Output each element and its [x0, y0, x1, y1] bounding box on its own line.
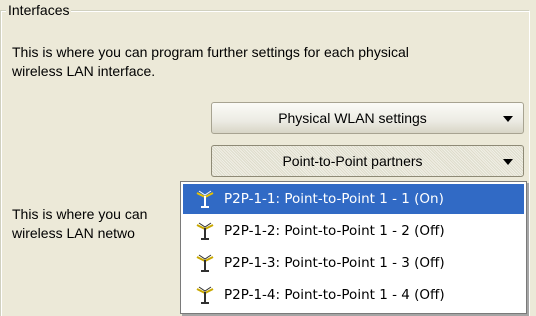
section2-line1: This is where you can [12, 206, 148, 222]
menu-item-p2p-1-4[interactable]: P2P-1-4: Point-to-Point 1 - 4 (Off) [183, 280, 524, 310]
physical-wlan-settings-button[interactable]: Physical WLAN settings [211, 102, 524, 134]
p2p-partners-button[interactable]: Point-to-Point partners [211, 145, 524, 177]
wlan-antenna-icon [196, 254, 214, 272]
section1-line2: wireless LAN interface. [12, 63, 156, 79]
menu-item-label: P2P-1-3: Point-to-Point 1 - 3 (Off) [224, 255, 445, 271]
menu-item-label: P2P-1-2: Point-to-Point 1 - 2 (Off) [224, 223, 445, 239]
dropdown-arrow-icon [503, 159, 513, 165]
menu-item-p2p-1-1[interactable]: P2P-1-1: Point-to-Point 1 - 1 (On) [183, 184, 524, 214]
section1-description: This is where you can program further se… [12, 43, 409, 81]
p2p-partners-menu: P2P-1-1: Point-to-Point 1 - 1 (On) P2P-1… [180, 181, 527, 314]
wlan-antenna-icon [196, 190, 214, 208]
group-title: Interfaces [6, 1, 72, 19]
menu-item-label: P2P-1-1: Point-to-Point 1 - 1 (On) [224, 191, 444, 207]
wlan-antenna-icon [196, 286, 214, 304]
section2-line2: wireless LAN netwo [12, 225, 135, 241]
page: Interfaces This is where you can program… [0, 0, 536, 316]
menu-item-p2p-1-3[interactable]: P2P-1-3: Point-to-Point 1 - 3 (Off) [183, 248, 524, 278]
section1-line1: This is where you can program further se… [12, 44, 409, 60]
menu-item-p2p-1-2[interactable]: P2P-1-2: Point-to-Point 1 - 2 (Off) [183, 216, 524, 246]
menu-item-label: P2P-1-4: Point-to-Point 1 - 4 (Off) [224, 287, 445, 303]
p2p-partners-label: Point-to-Point partners [282, 153, 423, 169]
section2-description: This is where you can wireless LAN netwo [12, 205, 147, 243]
wlan-antenna-icon [196, 222, 214, 240]
dropdown-arrow-icon [503, 116, 513, 122]
physical-wlan-settings-label: Physical WLAN settings [278, 110, 427, 126]
